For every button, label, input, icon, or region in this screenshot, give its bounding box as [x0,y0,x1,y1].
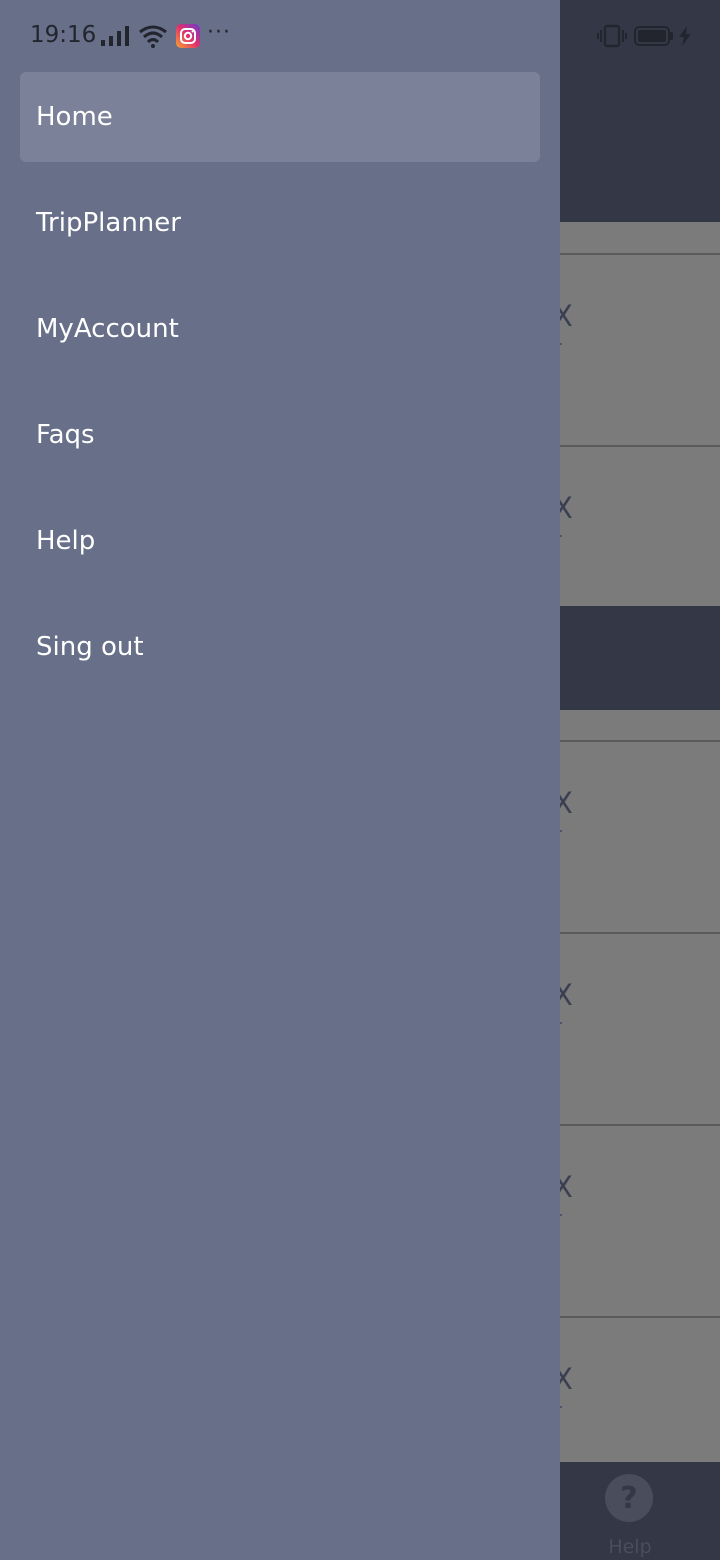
charging-icon [679,26,691,46]
drawer-item-label: Sing out [36,632,144,662]
drawer-item-tripplanner[interactable]: TripPlanner [20,178,540,268]
more-notifications-icon: ··· [207,20,231,45]
question-icon: ? [605,1474,653,1522]
drawer-item-label: Home [36,102,113,132]
battery-icon [634,26,673,46]
wifi-icon [139,25,167,48]
bottom-tab-help[interactable]: ? Help [592,1470,668,1560]
drawer-menu: Home TripPlanner MyAccount Faqs Help Sin… [0,72,560,692]
drawer-item-myaccount[interactable]: MyAccount [20,284,540,374]
drawer-item-label: MyAccount [36,314,179,344]
drawer-item-label: Faqs [36,420,95,450]
drawer-item-label: TripPlanner [36,208,181,238]
drawer-item-sign-out[interactable]: Sing out [20,602,540,692]
signal-icon [101,26,129,46]
status-bar: 19:16 ··· [0,0,720,72]
drawer-item-label: Help [36,526,96,556]
drawer-item-faqs[interactable]: Faqs [20,390,540,480]
drawer-item-home[interactable]: Home [20,72,540,162]
navigation-drawer: Home TripPlanner MyAccount Faqs Help Sin… [0,0,560,1560]
drawer-item-help[interactable]: Help [20,496,540,586]
status-time: 19:16 [30,22,97,48]
vibrate-icon [597,24,627,48]
instagram-icon [176,24,200,48]
bottom-tab-help-label: Help [608,1536,652,1558]
